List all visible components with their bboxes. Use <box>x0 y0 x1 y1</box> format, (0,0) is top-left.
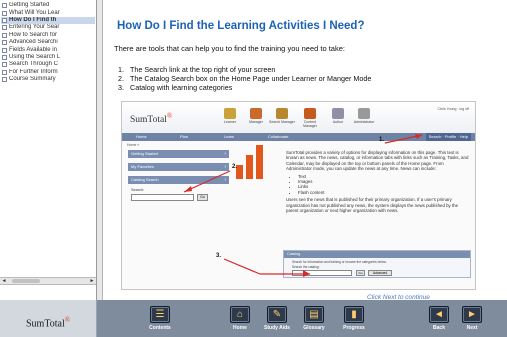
toc-item[interactable]: Entering Your Sear <box>1 24 95 31</box>
step-text: Catalog with learning categories <box>130 83 233 92</box>
toc-item[interactable]: Search Through C <box>1 61 95 68</box>
step-item: 2. The Catalog Search box on the Home Pag… <box>118 74 371 83</box>
progress-label: Progress <box>343 325 365 331</box>
page-icon <box>2 69 7 75</box>
content-pane: How Do I Find the Learning Activities I … <box>104 0 507 301</box>
next-label: Next <box>466 325 478 331</box>
progress-button[interactable]: ▮ Progress <box>334 306 374 331</box>
step-number: 2. <box>118 74 124 83</box>
home-icon: ⌂ <box>230 306 250 323</box>
toc-item-label: Course Summary <box>9 76 56 83</box>
toc-item-label: Entering Your Sear <box>9 24 60 31</box>
step-text: The Catalog Search box on the Home Page … <box>130 74 372 83</box>
home-label: Home <box>233 325 247 331</box>
toc-item[interactable]: How Do I Find th <box>1 16 95 25</box>
intro-text: There are tools that can help you to fin… <box>114 44 345 53</box>
logo-area: SumTotal® <box>0 300 97 337</box>
scroll-thumb[interactable] <box>12 279 40 283</box>
toc-horizontal-scrollbar[interactable]: ◄ ► <box>0 277 96 285</box>
callout-3: 3. <box>216 253 222 259</box>
toc-item-label: What Will You Lear <box>9 9 60 16</box>
toc-item-label: How to Search for <box>9 31 58 38</box>
glossary-label: Glossary <box>303 325 325 331</box>
scroll-right-icon[interactable]: ► <box>88 278 96 284</box>
toc-item[interactable]: Course Summary <box>1 76 95 83</box>
sumtotal-screenshot: SumTotal® Learner Manager Search Manager Co… <box>121 101 476 290</box>
page-icon <box>2 3 7 9</box>
toc-item[interactable]: Fields Available in <box>1 46 95 53</box>
contents-icon: ☰ <box>150 306 170 323</box>
contents-label: Contents <box>149 325 171 331</box>
toc-item[interactable]: For Further Inform <box>1 69 95 76</box>
progress-icon: ▮ <box>344 306 364 323</box>
toc-item[interactable]: Getting Started <box>1 2 95 9</box>
next-button[interactable]: ► Next <box>452 306 492 331</box>
toc-item-label: Getting Started <box>9 2 50 9</box>
toc-list: Getting Started What Will You Lear How Do … <box>1 2 95 83</box>
step-number: 3. <box>118 83 124 92</box>
callout-arrows <box>183 134 423 277</box>
step-number: 1. <box>118 65 124 74</box>
toc-item-label: Search Through C <box>9 61 58 68</box>
back-icon: ◄ <box>429 306 449 323</box>
arrowhead-icon <box>184 186 192 192</box>
toc-pane: Getting Started What Will You Lear How Do … <box>0 0 97 300</box>
toc-item[interactable]: What Will You Lear <box>1 9 95 16</box>
toc-item-label: How Do I Find th <box>9 16 57 23</box>
page-icon <box>2 47 7 53</box>
bottom-toolbar: SumTotal® ☰ Contents ⌂ Home ✎ Study Aids ▤ Glos… <box>0 300 507 337</box>
page-icon <box>2 77 7 83</box>
callout-arrow-3 <box>223 258 261 275</box>
step-item: 1. The Search link at the top right of yo… <box>118 65 371 74</box>
step-text: The Search link at the top right of your… <box>130 65 276 74</box>
scroll-left-icon[interactable]: ◄ <box>0 278 8 284</box>
page-icon <box>2 25 7 31</box>
vertical-scrollbar[interactable] <box>97 0 103 300</box>
toc-item[interactable]: Using the Search L <box>1 54 95 61</box>
step-item: 3. Catalog with learning categories <box>118 83 371 92</box>
study-aids-icon: ✎ <box>267 306 287 323</box>
callout-1: 1. <box>379 137 385 143</box>
toc-item-label: Using the Search L <box>9 53 61 60</box>
toc-item-label: Fields Available in <box>9 46 57 53</box>
page-icon <box>2 40 7 46</box>
toc-item[interactable]: How to Search for <box>1 32 95 39</box>
toc-item-label: For Further Inform <box>9 68 58 75</box>
study-aids-label: Study Aids <box>264 325 290 331</box>
glossary-icon: ▤ <box>304 306 324 323</box>
steps-list: 1. The Search link at the top right of yo… <box>118 65 371 92</box>
page-icon <box>2 54 7 60</box>
study-aids-button[interactable]: ✎ Study Aids <box>257 306 297 331</box>
callout-2: 2. <box>232 164 238 170</box>
toc-item-label: Advanced Searchi <box>9 39 58 46</box>
page-icon <box>2 17 7 23</box>
contents-button[interactable]: ☰ Contents <box>140 306 180 331</box>
toc-item[interactable]: Advanced Searchi <box>1 39 95 46</box>
page-icon <box>2 62 7 68</box>
glossary-button[interactable]: ▤ Glossary <box>294 306 334 331</box>
home-button[interactable]: ⌂ Home <box>220 306 260 331</box>
page-title: How Do I Find the Learning Activities I … <box>117 20 365 32</box>
page-icon <box>2 32 7 38</box>
next-icon: ► <box>462 306 482 323</box>
sumtotal-logo: SumTotal® <box>26 316 71 330</box>
page-icon <box>2 10 7 16</box>
